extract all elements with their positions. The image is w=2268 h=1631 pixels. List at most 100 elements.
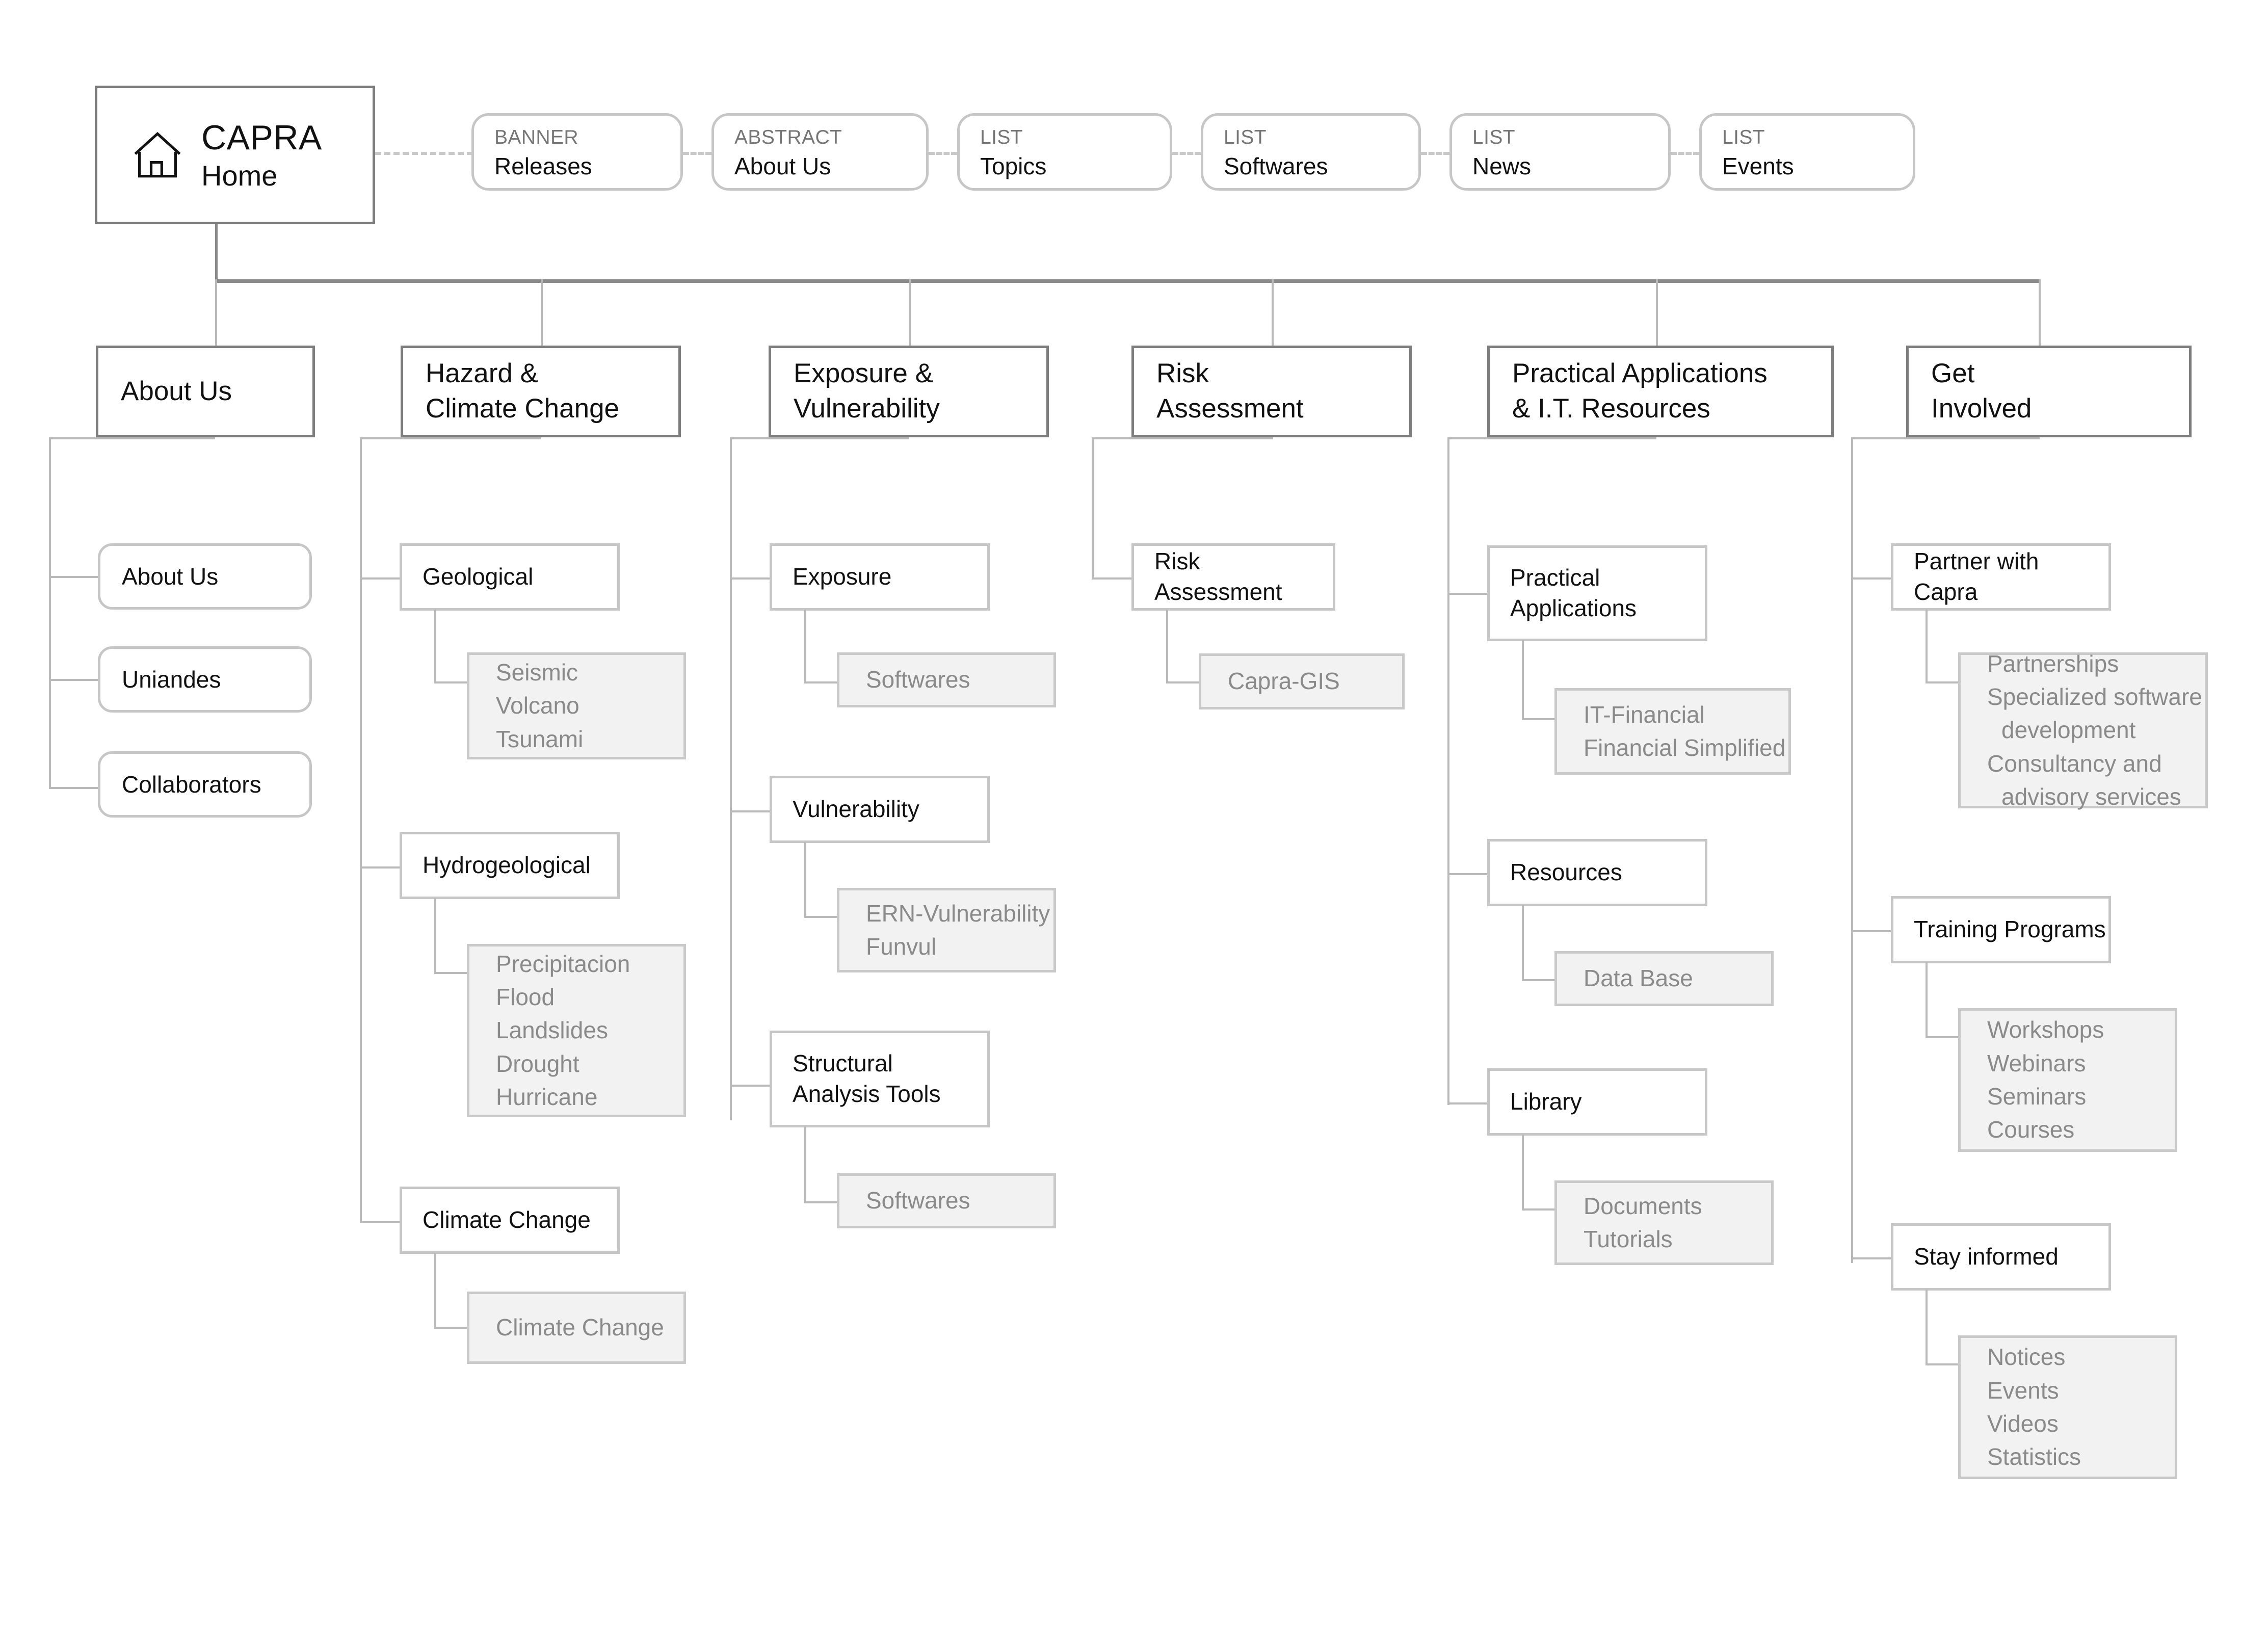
- top-node-abstract-about-us[interactable]: ABSTRACT About Us: [711, 113, 929, 191]
- subnode-uniandes[interactable]: Uniandes: [98, 646, 312, 713]
- leaf-item: Specialized software: [1987, 683, 2202, 711]
- leaf-item: Documents: [1584, 1192, 1702, 1219]
- leaf-item: Capra-GIS: [1228, 668, 1340, 695]
- subnode-label: Library: [1510, 1088, 1582, 1115]
- top-node-list-news[interactable]: LIST News: [1449, 113, 1671, 191]
- category-get-involved[interactable]: Get Involved: [1906, 346, 2192, 437]
- connector-get-involved-trunk: [1851, 437, 1853, 1263]
- connector-vulnerability-to-leaf: [804, 916, 839, 918]
- leaf-item: Consultancy and: [1987, 750, 2162, 777]
- subnode-stay-informed[interactable]: Stay informed: [1891, 1223, 2111, 1291]
- connector-applications-down: [1522, 640, 1524, 720]
- connector-root-down: [215, 224, 218, 280]
- leaf-partnership-services[interactable]: Partnerships Specialized software develo…: [1958, 650, 2208, 810]
- leaf-item: Seismic: [496, 659, 578, 686]
- pill-kicker: LIST: [1472, 126, 1515, 148]
- subnode-label-line2: Applications: [1510, 595, 1637, 621]
- subnode-partner-with-capra[interactable]: Partner with Capra: [1891, 543, 2111, 611]
- subnode-about-us[interactable]: About Us: [98, 543, 312, 610]
- leaf-stay-informed-items[interactable]: Notices Events Videos Statistics: [1958, 1335, 2177, 1479]
- subnode-hydrogeological[interactable]: Hydrogeological: [400, 832, 620, 899]
- connector-get-involved-to-partner: [1851, 577, 1893, 580]
- dashed-connector-abstract-to-topics: [929, 152, 957, 155]
- connector-stay-informed-down: [1926, 1290, 1928, 1365]
- leaf-exposure-softwares[interactable]: Softwares: [837, 652, 1056, 707]
- connector-resources-to-leaf: [1522, 979, 1557, 981]
- subnode-label-line1: Structural: [793, 1050, 893, 1077]
- category-hazard-climate-change[interactable]: Hazard & Climate Change: [401, 346, 681, 437]
- top-node-list-softwares[interactable]: LIST Softwares: [1201, 113, 1421, 191]
- category-exposure-vulnerability[interactable]: Exposure & Vulnerability: [769, 346, 1049, 437]
- connector-exposure-top: [730, 437, 909, 439]
- category-label: About Us: [121, 376, 232, 406]
- subnode-exposure[interactable]: Exposure: [770, 543, 990, 611]
- subnode-risk-assessment[interactable]: Risk Assessment: [1131, 543, 1335, 611]
- category-label-line1: Risk: [1156, 358, 1209, 389]
- top-node-list-events[interactable]: LIST Events: [1699, 113, 1915, 191]
- root-title: CAPRA: [201, 118, 322, 157]
- connector-partner-to-leaf: [1926, 681, 1960, 683]
- leaf-item: ERN-Vulnerability: [866, 900, 1050, 927]
- leaf-item: Landslides: [496, 1017, 608, 1044]
- root-node-home[interactable]: CAPRA Home: [95, 86, 375, 224]
- category-label-line2: Climate Change: [426, 393, 620, 424]
- connector-practical-top: [1447, 437, 1656, 439]
- leaf-hydrogeological-hazards[interactable]: Precipitacion Flood Landslides Drought H…: [467, 944, 686, 1117]
- subnode-collaborators[interactable]: Collaborators: [98, 751, 312, 818]
- category-label-line1: Exposure &: [794, 358, 933, 389]
- leaf-capra-gis[interactable]: Capra-GIS: [1199, 653, 1405, 709]
- category-risk-assessment[interactable]: Risk Assessment: [1131, 346, 1412, 437]
- connector-library-to-leaf: [1522, 1208, 1557, 1211]
- connector-exposure-to-leaf: [804, 681, 839, 683]
- connector-bus-to-hazard: [541, 279, 543, 347]
- pill-kicker: LIST: [980, 126, 1023, 148]
- connector-bus-to-practical: [1656, 279, 1658, 347]
- leaf-climate-change[interactable]: Climate Change: [467, 1292, 686, 1364]
- leaf-data-base[interactable]: Data Base: [1554, 951, 1774, 1006]
- connector-applications-to-leaf: [1522, 718, 1557, 720]
- category-practical-applications[interactable]: Practical Applications & I.T. Resources: [1487, 346, 1834, 437]
- subnode-label-line2: Analysis Tools: [793, 1081, 941, 1107]
- leaf-item: IT-Financial: [1584, 701, 1705, 728]
- pill-label: News: [1472, 153, 1532, 180]
- top-node-list-topics[interactable]: LIST Topics: [957, 113, 1172, 191]
- connector-bus-to-get-involved: [2039, 279, 2041, 347]
- subnode-climate-change[interactable]: Climate Change: [400, 1187, 620, 1254]
- top-node-banner-releases[interactable]: BANNER Releases: [471, 113, 683, 191]
- leaf-item: Climate Change: [496, 1314, 664, 1341]
- connector-about-us-top: [49, 437, 215, 439]
- connector-hazard-to-climate-change: [360, 1221, 402, 1223]
- subnode-resources[interactable]: Resources: [1487, 839, 1707, 906]
- subnode-geological[interactable]: Geological: [400, 543, 620, 611]
- subnode-vulnerability[interactable]: Vulnerability: [770, 776, 990, 843]
- leaf-item: Drought: [496, 1050, 579, 1077]
- category-about-us[interactable]: About Us: [96, 346, 315, 437]
- subnode-structural-analysis-tools[interactable]: Structural Analysis Tools: [770, 1031, 990, 1127]
- category-label-line1: Hazard &: [426, 358, 538, 389]
- leaf-training-formats[interactable]: Workshops Webinars Seminars Courses: [1958, 1008, 2177, 1152]
- subnode-training-programs[interactable]: Training Programs: [1891, 896, 2111, 963]
- leaf-library-items[interactable]: Documents Tutorials: [1554, 1180, 1774, 1265]
- subnode-label: About Us: [122, 563, 219, 590]
- category-label-line2: Vulnerability: [794, 393, 940, 424]
- connector-practical-to-applications: [1447, 593, 1489, 595]
- connector-risk-assessment-down: [1166, 610, 1168, 683]
- leaf-item: Tutorials: [1584, 1226, 1673, 1252]
- subnode-library[interactable]: Library: [1487, 1068, 1707, 1136]
- connector-structural-down: [804, 1126, 806, 1203]
- leaf-structural-softwares[interactable]: Softwares: [837, 1173, 1056, 1228]
- leaf-item: Data Base: [1584, 965, 1693, 992]
- leaf-item: Courses: [1987, 1116, 2075, 1143]
- subnode-label: Geological: [423, 563, 534, 590]
- connector-practical-to-resources: [1447, 873, 1489, 875]
- pill-kicker: BANNER: [494, 126, 578, 148]
- leaf-vulnerability-tools[interactable]: ERN-Vulnerability Funvul: [837, 888, 1056, 972]
- connector-library-down: [1522, 1135, 1524, 1210]
- category-label-line2: Assessment: [1156, 393, 1304, 424]
- pill-label: Releases: [494, 153, 592, 180]
- leaf-it-financial[interactable]: IT-Financial Financial Simplified: [1554, 688, 1791, 775]
- leaf-geological-hazards[interactable]: Seismic Volcano Tsunami: [467, 652, 686, 759]
- connector-training-to-leaf: [1926, 1036, 1960, 1038]
- subnode-practical-applications[interactable]: Practical Applications: [1487, 545, 1707, 641]
- connector-hazard-to-hydrogeological: [360, 866, 402, 869]
